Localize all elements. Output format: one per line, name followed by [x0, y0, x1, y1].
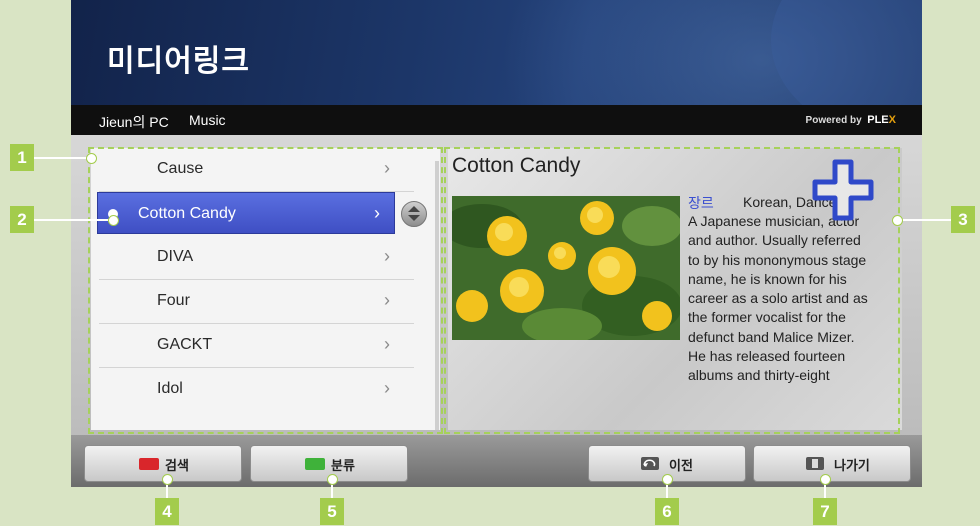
powered-by-logo: Powered by PLEX — [806, 114, 896, 126]
callout-6: 6 — [655, 498, 679, 525]
callout-3: 3 — [951, 206, 975, 233]
callout-5: 5 — [320, 498, 344, 525]
powered-by-text: Powered by — [805, 115, 862, 126]
callout-4: 4 — [155, 498, 179, 525]
category-button-label: 분류 — [331, 458, 355, 473]
callout-region-list — [88, 147, 443, 434]
exit-icon — [806, 457, 824, 470]
breadcrumb-device: Jieun의 PC — [99, 114, 169, 130]
red-key-icon — [139, 458, 159, 470]
app-title: 미디어링크 — [107, 45, 250, 78]
callout-7: 7 — [813, 498, 837, 525]
exit-button[interactable]: 나가기 — [753, 445, 911, 482]
header-decoration-2 — [771, 0, 922, 105]
green-key-icon — [305, 458, 325, 470]
back-icon — [641, 457, 659, 470]
callout-2: 2 — [10, 206, 34, 233]
breadcrumb-section: Music — [189, 112, 226, 128]
header: 미디어링크 — [71, 0, 922, 105]
exit-button-label: 나가기 — [834, 458, 870, 473]
breadcrumb: Jieun의 PC Music Powered by PLEX — [71, 105, 922, 135]
button-bar: 검색 분류 이전 나가기 — [71, 435, 922, 487]
plex-logo: PLEX — [867, 114, 896, 126]
search-button-label: 검색 — [165, 458, 189, 473]
callout-1: 1 — [10, 144, 34, 171]
back-button-label: 이전 — [669, 458, 693, 473]
callout-region-detail — [444, 147, 900, 434]
